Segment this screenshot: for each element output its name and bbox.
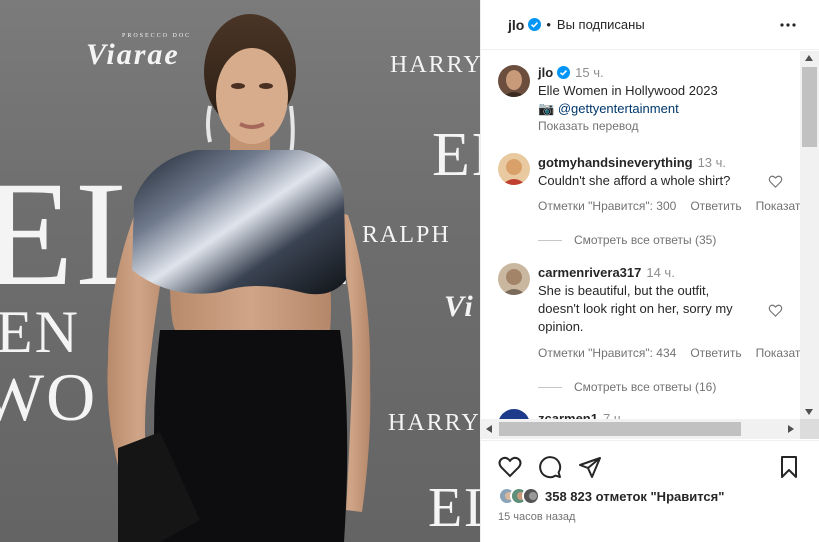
translate-button[interactable]: Показат [756, 346, 800, 360]
caption-credit: 📷 @gettyentertainment [538, 100, 679, 118]
mention-link[interactable]: @gettyentertainment [558, 101, 679, 116]
translate-button[interactable]: Показат [756, 199, 800, 213]
comment-username[interactable]: gotmyhandsineverything [538, 155, 693, 170]
post-photo[interactable]: PROSECCO DOC Viarae HARRY ELL RALPH ELLE… [0, 0, 480, 542]
comment-actions: Отметки "Нравится": 300 Ответить Показат [538, 199, 800, 213]
bookmark-icon[interactable] [777, 455, 801, 479]
post-viewer: PROSECCO DOC Viarae HARRY ELL RALPH ELLE… [0, 0, 819, 542]
comment-avatar[interactable] [498, 263, 530, 295]
share-icon[interactable] [578, 455, 602, 479]
scroll-thumb[interactable] [802, 67, 817, 147]
caption: jlo 15 ч. [538, 65, 604, 80]
following-status[interactable]: Вы подписаны [557, 17, 645, 32]
header-separator: • [546, 17, 551, 32]
replies-line [538, 386, 562, 388]
comment-header: zcarmen1 7 ч. [538, 411, 624, 419]
comment-time: 13 ч. [697, 155, 727, 170]
vertical-scrollbar[interactable] [800, 51, 819, 419]
view-replies[interactable]: Смотреть все ответы (16) [538, 380, 716, 394]
comment-avatar[interactable] [498, 153, 530, 185]
comment-time: 7 ч. [602, 411, 625, 419]
replies-line [538, 239, 562, 241]
comment-text-line: opinion. [538, 319, 584, 334]
reply-button[interactable]: Ответить [690, 346, 741, 360]
comment-text: Couldn't she afford a whole shirt? [538, 173, 731, 188]
post-header: jlo • Вы подписаны [481, 0, 819, 50]
liker-avatar [522, 487, 540, 505]
comment-likes[interactable]: Отметки "Нравится": 434 [538, 346, 676, 360]
heart-icon[interactable] [768, 303, 783, 318]
likes-count[interactable]: 358 823 отметок "Нравится" [545, 489, 724, 504]
scroll-right-arrow[interactable] [788, 425, 794, 433]
camera-icon: 📷 [538, 101, 558, 116]
comment-actions: Отметки "Нравится": 434 Ответить Показат [538, 346, 800, 360]
scroll-left-arrow[interactable] [486, 425, 492, 433]
scroll-thumb-horizontal[interactable] [499, 422, 741, 436]
more-icon[interactable] [778, 15, 798, 35]
comment-avatar[interactable] [498, 409, 530, 419]
comment-likes[interactable]: Отметки "Нравится": 300 [538, 199, 676, 213]
scroll-up-arrow[interactable] [805, 55, 813, 61]
heart-icon[interactable] [768, 174, 783, 189]
view-replies-label: Смотреть все ответы (16) [574, 380, 717, 394]
likes-summary[interactable]: 358 823 отметок "Нравится" [498, 487, 724, 505]
view-replies[interactable]: Смотреть все ответы (35) [538, 233, 716, 247]
author-username[interactable]: jlo [508, 17, 524, 33]
post-details-panel: jlo • Вы подписаны jlo 15 ч. Elle Women i… [480, 0, 819, 542]
comment-header: gotmyhandsineverything 13 ч. [538, 155, 726, 170]
scroll-corner [800, 419, 819, 439]
comment-username[interactable]: carmenrivera317 [538, 265, 641, 280]
comment-username[interactable]: zcarmen1 [538, 411, 598, 419]
caption-text: Elle Women in Hollywood 2023 [538, 83, 718, 98]
heart-icon[interactable] [498, 455, 522, 479]
author-avatar[interactable] [498, 65, 530, 97]
comment-time: 14 ч. [646, 265, 675, 280]
comment-text-line: doesn't look right on her, sorry my [538, 301, 733, 316]
post-time: 15 часов назад [498, 511, 576, 523]
caption-time: 15 ч. [575, 65, 604, 80]
view-replies-label: Смотреть все ответы (35) [574, 233, 717, 247]
comment-header: carmenrivera317 14 ч. [538, 265, 675, 280]
scroll-down-arrow[interactable] [805, 409, 813, 415]
reply-button[interactable]: Ответить [690, 199, 741, 213]
comment-text-line: She is beautiful, but the outfit, [538, 283, 710, 298]
verified-icon [557, 66, 571, 79]
caption-username[interactable]: jlo [538, 65, 553, 80]
comments-list[interactable]: jlo 15 ч. Elle Women in Hollywood 2023 📷 … [481, 51, 800, 419]
translate-link[interactable]: Показать перевод [538, 119, 639, 133]
post-actions: 358 823 отметок "Нравится" 15 часов наза… [481, 440, 819, 542]
horizontal-scrollbar[interactable] [481, 419, 800, 439]
person-figure [107, 14, 371, 542]
verified-icon [528, 18, 542, 31]
comment-icon[interactable] [538, 455, 562, 479]
